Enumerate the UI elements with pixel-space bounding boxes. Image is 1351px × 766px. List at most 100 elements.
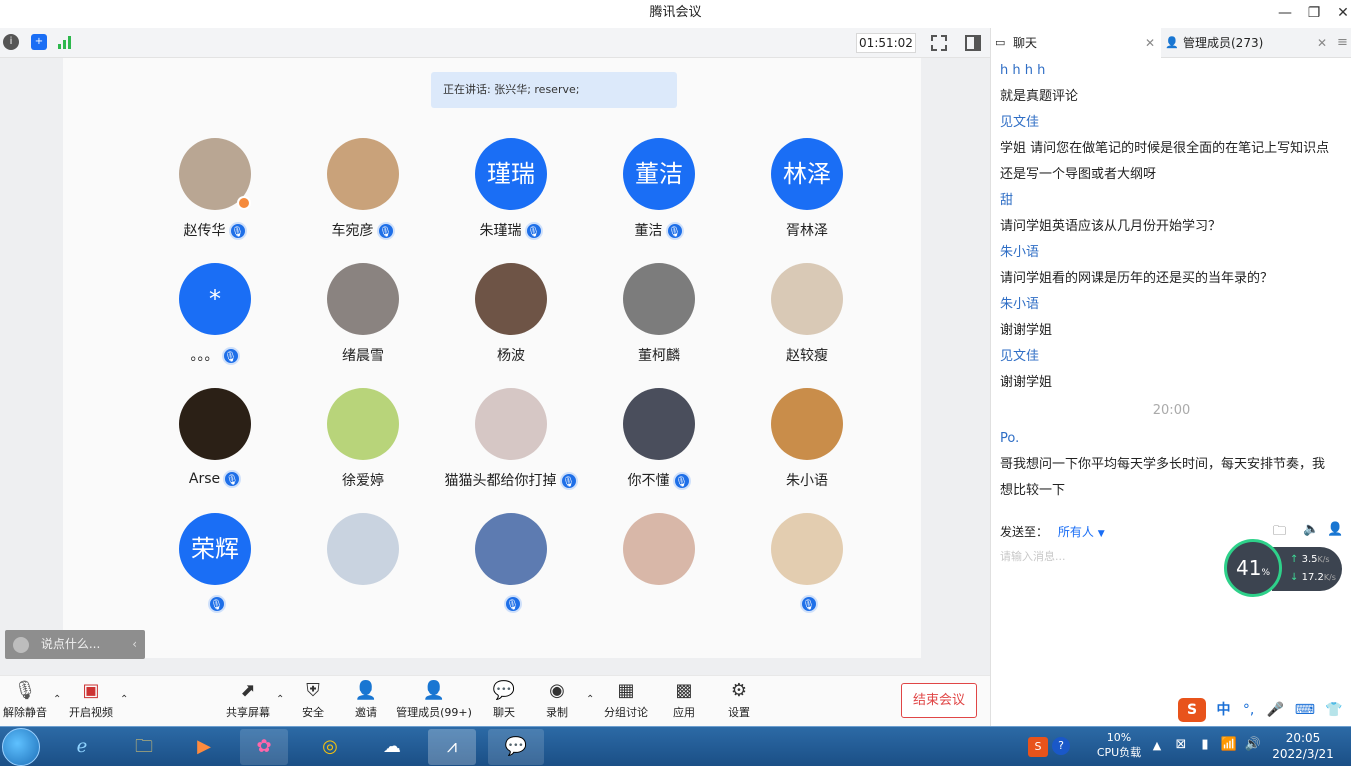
chat-timestamp: 20:00 [1152,403,1191,418]
participant-tile[interactable]: 杨波 [437,263,585,373]
tab-chat-close-icon[interactable]: ✕ [1145,28,1155,58]
security-button[interactable]: ⛨ 安全 [298,680,328,720]
chrome-icon[interactable]: ◎ [306,729,354,765]
quick-chat-box[interactable]: 说点什么... ‹ [5,630,145,659]
participant-tile[interactable]: Arse 🎙 [141,388,289,498]
tencent-meeting-icon[interactable]: ⩘ [428,729,476,765]
file-explorer-icon[interactable]: 🗀 [120,729,168,765]
network-monitor-widget[interactable]: ↑ 3.5K/s ↓ 17.2K/s 41% [1224,539,1342,599]
layout-icon[interactable] [965,35,981,51]
participant-name: 绪晨雪 [342,348,384,364]
chat-message: 谢谢学姐 [1000,375,1053,390]
participant-name: 胥林泽 [786,223,828,239]
info-icon[interactable]: i [3,34,19,50]
settings-button[interactable]: ⚙ 设置 [724,680,754,720]
breakout-rooms-button[interactable]: ▦ 分组讨论 [602,680,650,720]
participant-name: 车宛彦 [331,223,374,239]
sogou-tray-icon[interactable]: S [1028,737,1048,757]
keyboard-icon[interactable]: ⌨ [1295,702,1315,718]
media-player-icon[interactable]: ▶ [180,729,228,765]
participant-tile[interactable]: 🎙 [437,513,585,623]
speaker-icon[interactable]: 🔈 [1303,522,1319,537]
participant-tile[interactable]: 车宛彦 🎙 [289,138,437,248]
participant-tile[interactable]: 赵较瘦 [733,263,881,373]
send-to-chevron-down-icon[interactable]: ▼ [1098,529,1105,539]
share-screen-button[interactable]: ⬈ 共享屏幕 [224,680,272,720]
apps-grid-icon: ▩ [675,680,693,701]
signal-icon[interactable] [58,35,74,49]
skin-icon[interactable]: 👕 [1325,702,1342,718]
record-options-chevron-icon[interactable]: ⌃ [586,694,594,705]
user-settings-icon[interactable]: 👤 [1327,522,1343,537]
participant-tile[interactable]: 🎙 [733,513,881,623]
photos-app-icon[interactable]: ✿ [240,729,288,765]
participant-tile[interactable]: 林泽 胥林泽 [733,138,881,248]
participant-name: 朱小语 [786,473,828,489]
tab-chat[interactable]: ▭ 聊天 ✕ [991,28,1161,58]
mic-icon: 🎙 [221,347,240,365]
chat-message: 哥我想问一下你平均每天学多长时间，每天安排节奏，我 [1000,457,1326,472]
emoji-icon[interactable] [13,636,29,653]
close-button[interactable]: ✕ [1326,0,1351,28]
start-button[interactable] [2,728,40,766]
share-icon: ⬈ [240,680,256,701]
battery-icon[interactable]: ▮ [1196,737,1214,766]
ie-icon[interactable]: ℯ [58,729,106,765]
share-options-chevron-icon[interactable]: ⌃ [276,694,284,705]
chat-input[interactable]: 请输入消息... [1000,548,1066,564]
tab-members[interactable]: 👤 管理成员(273) ✕ [1161,28,1333,58]
participant-tile[interactable]: 赵传华 🎙 [141,138,289,248]
participant-tile[interactable]: 猫猫头都给你打掉 🎙 [437,388,585,498]
wechat-icon[interactable]: 💬 [488,729,544,765]
participant-tile[interactable]: 绪晨雪 [289,263,437,373]
participant-tile[interactable]: 朱小语 [733,388,881,498]
chat-message-list[interactable]: h h h h 就是真题评论 见文佳 学姐 请问您在做笔记的时候是很全面的在笔记上写知… [991,58,1351,518]
network-tray-icon[interactable]: ⊠ [1172,737,1190,766]
tray-expand-icon[interactable]: ▲ [1152,739,1162,766]
mic-icon: 🎙 [524,222,543,240]
punctuation-icon[interactable]: °, [1243,702,1254,718]
volume-icon[interactable]: 🔊 [1244,737,1262,766]
help-icon[interactable]: ? [1052,737,1070,755]
participant-tile[interactable]: 徐爱婷 [289,388,437,498]
apps-button[interactable]: ▩ 应用 [669,680,699,720]
record-button[interactable]: ◉ 录制 [542,680,572,720]
baidu-netdisk-icon[interactable]: ☁ [368,729,416,765]
wifi-icon[interactable]: 📶 [1220,737,1238,766]
meeting-toolbar: 🎙 解除静音 ⌃ ▣ 开启视频 ⌃ ⬈ 共享屏幕 ⌃ ⛨ 安全 👤 邀请 👤 管… [0,675,990,726]
shield-icon[interactable]: + [31,34,47,50]
unmute-button[interactable]: 🎙 解除静音 [2,680,48,720]
mic-icon: 🎙 [223,470,242,488]
participant-tile[interactable] [585,513,733,623]
end-meeting-button[interactable]: 结束会议 [901,683,977,718]
participant-tile[interactable] [289,513,437,623]
chat-message: 就是真题评论 [1000,89,1079,104]
participant-name-row: 🎙 [437,595,585,613]
cpu-load-indicator[interactable]: 10% CPU负载 [1094,727,1144,766]
participant-tile[interactable]: 瑾瑞 朱瑾瑞 🎙 [437,138,585,248]
avatar [623,263,695,335]
ime-toolbar[interactable]: S 中 °, 🎤 ⌨ 👕 ▦ [1178,696,1351,746]
participant-tile[interactable]: 董柯麟 [585,263,733,373]
chat-button[interactable]: 💬 聊天 [489,680,519,720]
ime-mode[interactable]: 中 [1216,702,1230,718]
manage-members-button[interactable]: 👤 管理成员(99+) [396,680,472,720]
video-options-chevron-icon[interactable]: ⌃ [120,694,128,705]
mic-icon: 🎙 [228,222,247,240]
voice-input-icon[interactable]: 🎤 [1267,702,1284,718]
tab-members-close-icon[interactable]: ✕ [1317,28,1327,58]
send-to-select[interactable]: 所有人 [1058,525,1094,539]
invite-button[interactable]: 👤 邀请 [351,680,381,720]
mic-icon: 🎙 [672,472,691,490]
participant-tile[interactable]: 你不懂 🎙 [585,388,733,498]
participant-tile[interactable]: * 。。。 🎙 [141,263,289,373]
participant-name-row: 徐爱婷 [289,470,437,490]
participant-tile[interactable]: 董洁 董洁 🎙 [585,138,733,248]
clock[interactable]: 20:05 2022/3/21 [1270,727,1336,766]
audio-options-chevron-icon[interactable]: ⌃ [53,694,61,705]
participant-tile[interactable]: 荣辉 🎙 [141,513,289,623]
collapse-icon[interactable]: ‹ [132,630,137,659]
panel-menu-icon[interactable]: ≡ [1337,28,1348,58]
fullscreen-icon[interactable] [931,35,947,51]
start-video-button[interactable]: ▣ 开启视频 [66,680,116,720]
